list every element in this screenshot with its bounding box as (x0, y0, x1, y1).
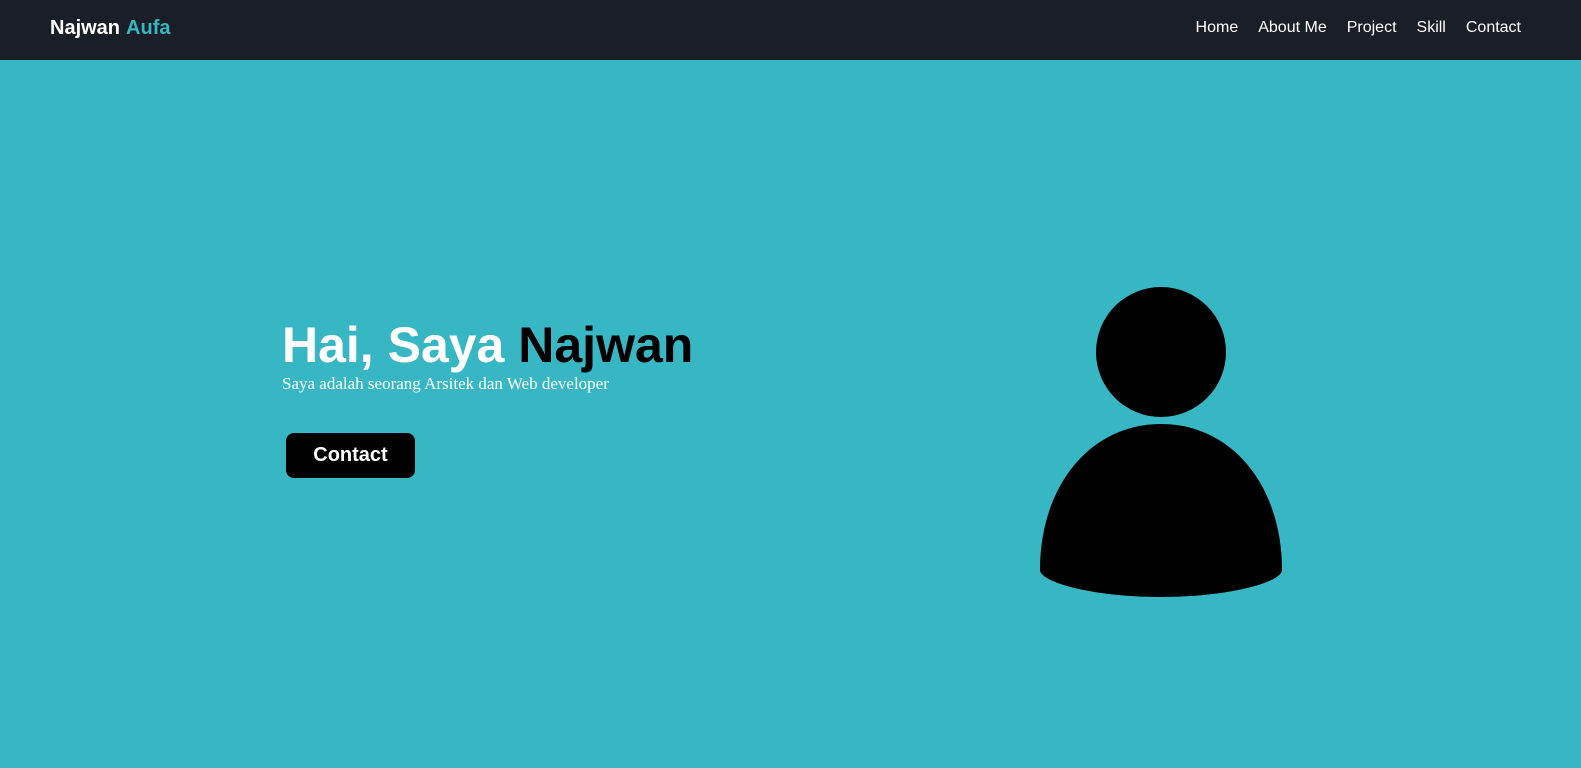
hero-text-block: Hai, Saya Najwan Saya adalah seorang Ars… (282, 316, 693, 394)
nav-item-skill: Skill (1417, 18, 1446, 38)
hero-title: Hai, Saya Najwan (282, 316, 693, 374)
brand-logo[interactable]: Najwan Aufa (50, 16, 170, 40)
hero-title-prefix: Hai, Saya (282, 317, 519, 373)
brand-last-name: Aufa (126, 17, 171, 39)
nav-menu: Home About Me Project Skill Contact (1196, 18, 1521, 38)
navbar: Najwan Aufa Home About Me Project Skill C… (0, 0, 1581, 60)
nav-item-about: About Me (1258, 18, 1326, 38)
nav-item-project: Project (1347, 18, 1397, 38)
hero-title-name: Najwan (518, 317, 694, 373)
nav-item-home: Home (1196, 18, 1239, 38)
nav-link-project[interactable]: Project (1347, 18, 1397, 38)
nav-link-contact[interactable]: Contact (1466, 18, 1521, 38)
brand-first-name: Najwan (50, 17, 121, 39)
nav-link-home[interactable]: Home (1196, 18, 1239, 38)
nav-item-contact: Contact (1466, 18, 1521, 38)
contact-button[interactable]: Contact (286, 433, 415, 478)
nav-link-about-me[interactable]: About Me (1258, 18, 1326, 38)
nav-link-skill[interactable]: Skill (1417, 18, 1446, 38)
user-icon (1040, 287, 1282, 597)
hero-subtitle: Saya adalah seorang Arsitek dan Web deve… (282, 374, 609, 393)
